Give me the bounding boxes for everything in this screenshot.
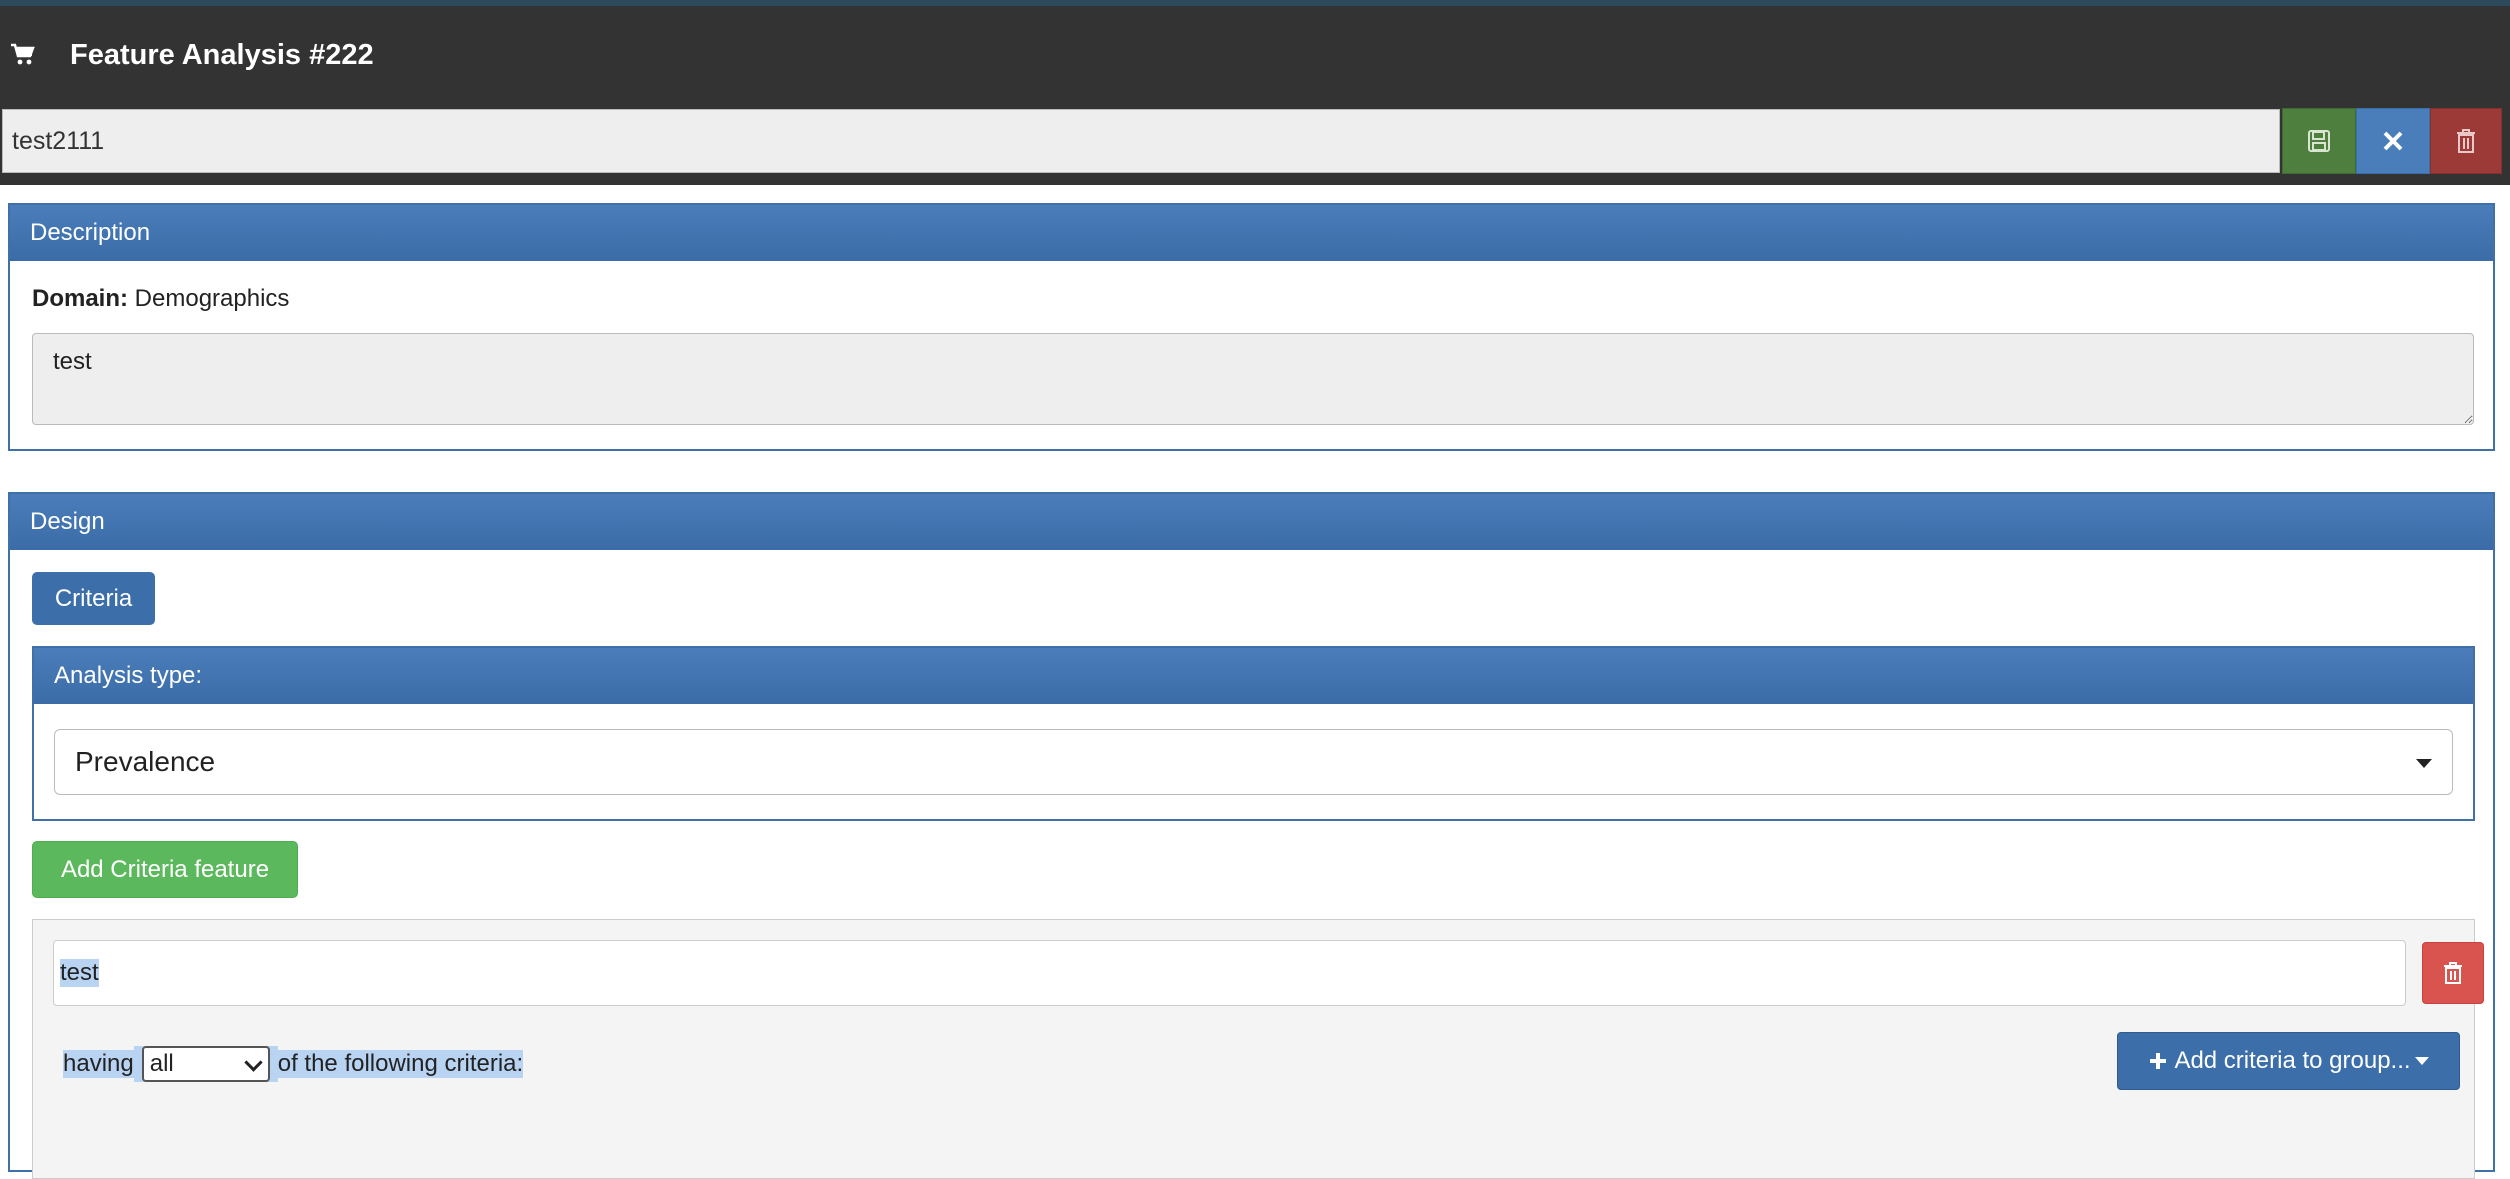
match-type-select[interactable]: all — [141, 1046, 270, 1082]
analysis-name-input[interactable] — [2, 109, 2280, 173]
criteria-feature-box: test having all of the following criteri… — [32, 919, 2484, 1179]
analysis-type-select[interactable]: Prevalence — [54, 729, 2453, 795]
having-prefix: having — [63, 1050, 134, 1078]
having-row: having all of the following criteria: — [63, 1044, 524, 1084]
floppy-icon — [2308, 130, 2330, 152]
page-title: Feature Analysis #222 — [70, 38, 374, 71]
domain-line: Domain: Demographics — [32, 285, 289, 313]
trash-icon — [2444, 962, 2462, 984]
chevron-down-icon — [244, 1053, 263, 1072]
criteria-tab-button[interactable]: Criteria — [32, 572, 155, 625]
having-suffix: of the following criteria: — [277, 1050, 524, 1078]
caret-down-icon — [2414, 1057, 2429, 1065]
caret-down-icon — [2416, 759, 2432, 768]
domain-label: Domain: — [32, 285, 128, 312]
feature-name-input[interactable]: test — [53, 940, 2406, 1006]
add-group-label: Add criteria to group... — [2174, 1047, 2411, 1074]
plus-icon — [2150, 1053, 2167, 1069]
feature-name-text: test — [60, 959, 99, 987]
analysis-type-label: Analysis type: — [34, 648, 2473, 704]
delete-button[interactable] — [2430, 108, 2502, 174]
analysis-type-value: Prevalence — [75, 746, 216, 777]
add-criteria-feature-button[interactable]: Add Criteria feature — [32, 841, 298, 898]
delete-feature-button[interactable] — [2422, 942, 2484, 1004]
add-criteria-to-group-button[interactable]: Add criteria to group... — [2117, 1032, 2460, 1090]
save-button[interactable] — [2282, 108, 2356, 174]
description-panel: Description Domain: Demographics test — [8, 203, 2495, 451]
description-textarea[interactable]: test — [32, 333, 2474, 425]
close-icon — [2383, 131, 2403, 151]
design-panel: Design Criteria Analysis type: Prevalenc… — [8, 492, 2495, 1179]
cart-icon — [11, 43, 35, 65]
match-type-value: all — [149, 1050, 174, 1077]
title-row: Feature Analysis #222 — [10, 30, 374, 80]
analysis-type-box: Analysis type: Prevalence — [32, 646, 2475, 821]
description-heading: Description — [10, 205, 2493, 261]
domain-value: Demographics — [134, 285, 290, 312]
trash-icon — [2457, 129, 2475, 153]
close-button[interactable] — [2356, 108, 2430, 174]
page-header: Feature Analysis #222 — [0, 6, 2510, 185]
design-heading: Design — [10, 494, 2493, 550]
